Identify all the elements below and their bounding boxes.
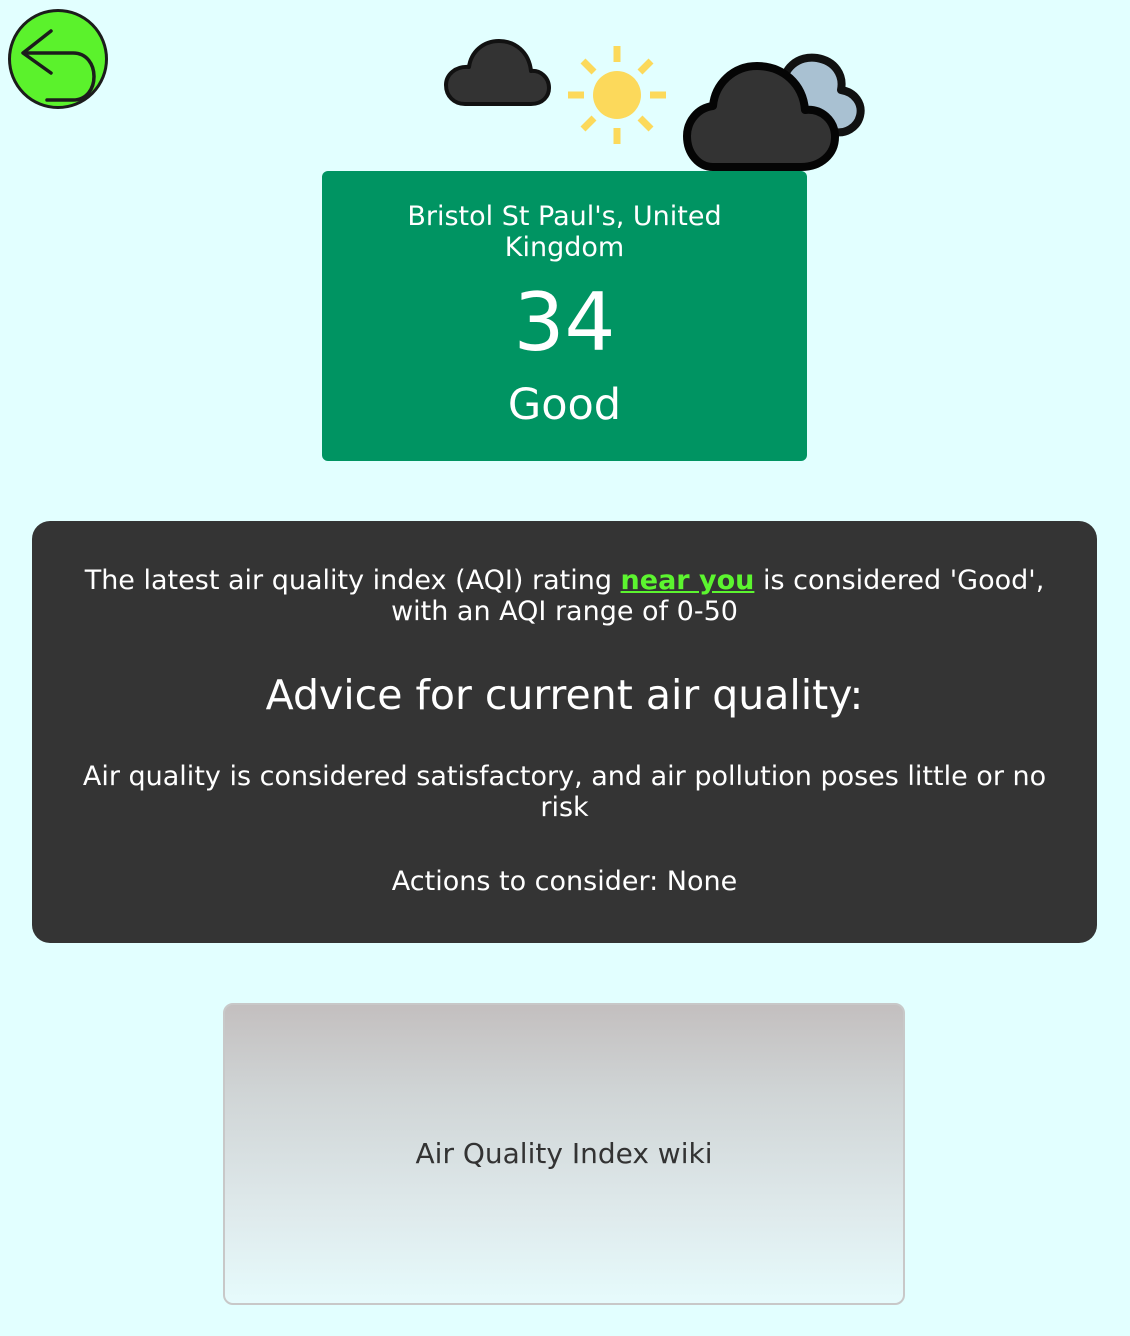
back-arrow-icon — [8, 9, 108, 109]
back-button[interactable] — [7, 8, 109, 110]
advice-summary-start: The latest air quality index (AQI) ratin… — [84, 565, 621, 596]
advice-actions: Actions to consider: None — [391, 866, 738, 897]
cloud-icon — [443, 38, 551, 108]
aqi-card: Bristol St Paul's, United Kingdom 34 Goo… — [322, 171, 807, 461]
near-you-link[interactable]: near you — [621, 565, 755, 596]
advice-text: Air quality is considered satisfactory, … — [82, 761, 1047, 823]
aqi-wiki-button[interactable]: Air Quality Index wiki — [223, 1003, 905, 1305]
advice-panel: The latest air quality index (AQI) ratin… — [32, 521, 1097, 943]
aqi-value: 34 — [513, 276, 616, 369]
advice-heading: Advice for current air quality: — [265, 671, 864, 719]
sun-icon — [566, 44, 668, 146]
advice-summary: The latest air quality index (AQI) ratin… — [52, 565, 1077, 627]
aqi-location: Bristol St Paul's, United Kingdom — [407, 201, 722, 263]
cloud-with-moon-icon — [683, 50, 867, 172]
aqi-rating: Good — [507, 380, 622, 430]
